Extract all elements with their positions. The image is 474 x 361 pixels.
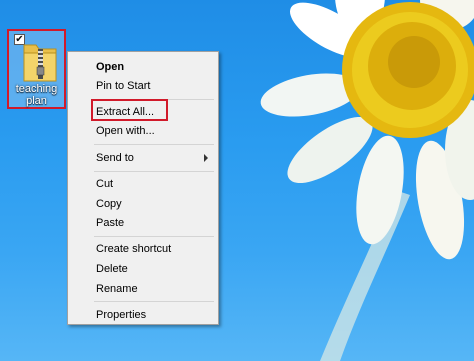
menu-separator <box>94 144 214 145</box>
menu-item-extract-all[interactable]: Extract All... <box>96 105 154 119</box>
menu-item-delete[interactable]: Delete <box>96 262 128 276</box>
menu-item-open[interactable]: Open <box>96 60 124 74</box>
menu-separator <box>94 171 214 172</box>
teaching-plan-file-icon[interactable]: ✔ teaching plan <box>7 29 66 109</box>
menu-separator <box>94 301 214 302</box>
menu-item-send-to[interactable]: Send to <box>96 151 134 165</box>
zip-folder-icon <box>23 44 57 82</box>
desktop-background: ✔ teaching plan Open Pin to Start Extrac… <box>0 0 474 361</box>
menu-item-copy[interactable]: Copy <box>96 197 122 211</box>
menu-item-create-shortcut[interactable]: Create shortcut <box>96 242 171 256</box>
menu-item-paste[interactable]: Paste <box>96 216 124 230</box>
file-name-line-2: plan <box>26 95 47 107</box>
menu-separator <box>94 236 214 237</box>
menu-item-properties[interactable]: Properties <box>96 308 146 322</box>
menu-item-rename[interactable]: Rename <box>96 282 138 296</box>
menu-item-cut[interactable]: Cut <box>96 177 113 191</box>
menu-item-pin-to-start[interactable]: Pin to Start <box>96 79 150 93</box>
submenu-arrow-icon <box>204 154 208 162</box>
file-name-line-1: teaching <box>15 83 58 95</box>
context-menu: Open Pin to Start Extract All... Open wi… <box>67 51 219 325</box>
menu-item-open-with[interactable]: Open with... <box>96 124 155 138</box>
